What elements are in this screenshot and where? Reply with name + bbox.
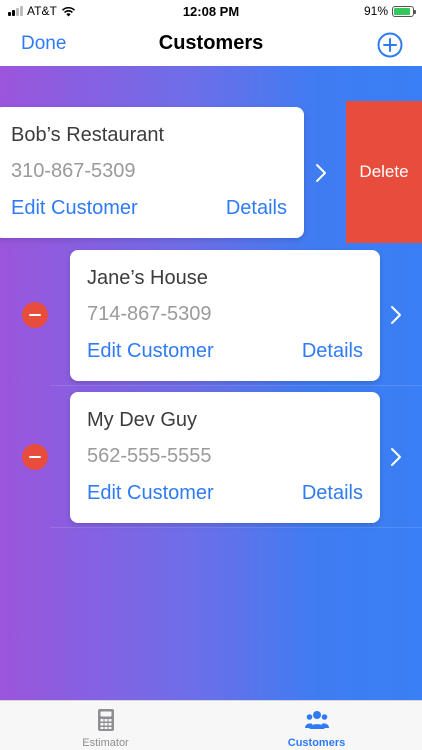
tab-estimator[interactable]: Estimator (0, 701, 211, 750)
done-button[interactable]: Done (21, 33, 66, 55)
status-bar: AT&T 12:08 PM 91% (0, 0, 422, 24)
customer-row: My Dev Guy 562-555-5555 Edit Customer De… (0, 386, 422, 528)
customer-card[interactable]: Jane’s House 714-867-5309 Edit Customer … (70, 250, 380, 381)
status-time: 12:08 PM (182, 4, 240, 19)
details-link[interactable]: Details (302, 482, 363, 505)
status-right: 91% (363, 4, 416, 18)
edit-customer-link[interactable]: Edit Customer (11, 197, 138, 220)
row-divider (50, 527, 422, 528)
tab-bar: Estimator Customers (0, 700, 422, 750)
delete-toggle-icon[interactable] (22, 444, 48, 470)
plus-circle-icon[interactable] (377, 32, 403, 58)
chevron-right-icon[interactable] (389, 305, 403, 325)
details-link[interactable]: Details (226, 197, 287, 220)
navigation-bar: Done Customers (0, 24, 422, 66)
edit-customer-link[interactable]: Edit Customer (87, 340, 214, 363)
tab-label: Customers (287, 737, 346, 749)
customer-card[interactable]: Bob’s Restaurant 310-867-5309 Edit Custo… (0, 107, 304, 238)
customer-card[interactable]: My Dev Guy 562-555-5555 Edit Customer De… (70, 392, 380, 523)
chevron-right-icon[interactable] (389, 447, 403, 467)
chevron-right-icon[interactable] (314, 163, 328, 183)
users-icon (305, 711, 329, 729)
customer-phone: 714-867-5309 (87, 303, 212, 325)
tab-label: Estimator (82, 737, 129, 749)
battery-percent: 91% (363, 4, 388, 18)
delete-toggle-icon[interactable] (22, 302, 48, 328)
battery-icon (392, 5, 416, 17)
customer-row: Bob’s Restaurant 310-867-5309 Edit Custo… (0, 66, 422, 238)
calculator-icon (98, 709, 114, 731)
customer-name: Bob’s Restaurant (11, 124, 165, 146)
edit-customer-link[interactable]: Edit Customer (87, 482, 214, 505)
battery-fill (394, 7, 411, 15)
customer-name: My Dev Guy (87, 409, 198, 431)
details-link[interactable]: Details (302, 340, 363, 363)
customer-row: Jane’s House 714-867-5309 Edit Customer … (0, 244, 422, 386)
customer-name: Jane’s House (87, 267, 208, 289)
customer-list: Delete Bob’s Restaurant 310-867-5309 Edi… (0, 66, 422, 700)
tab-customers[interactable]: Customers (211, 701, 422, 750)
customer-phone: 310-867-5309 (11, 160, 136, 182)
customer-phone: 562-555-5555 (87, 445, 212, 467)
